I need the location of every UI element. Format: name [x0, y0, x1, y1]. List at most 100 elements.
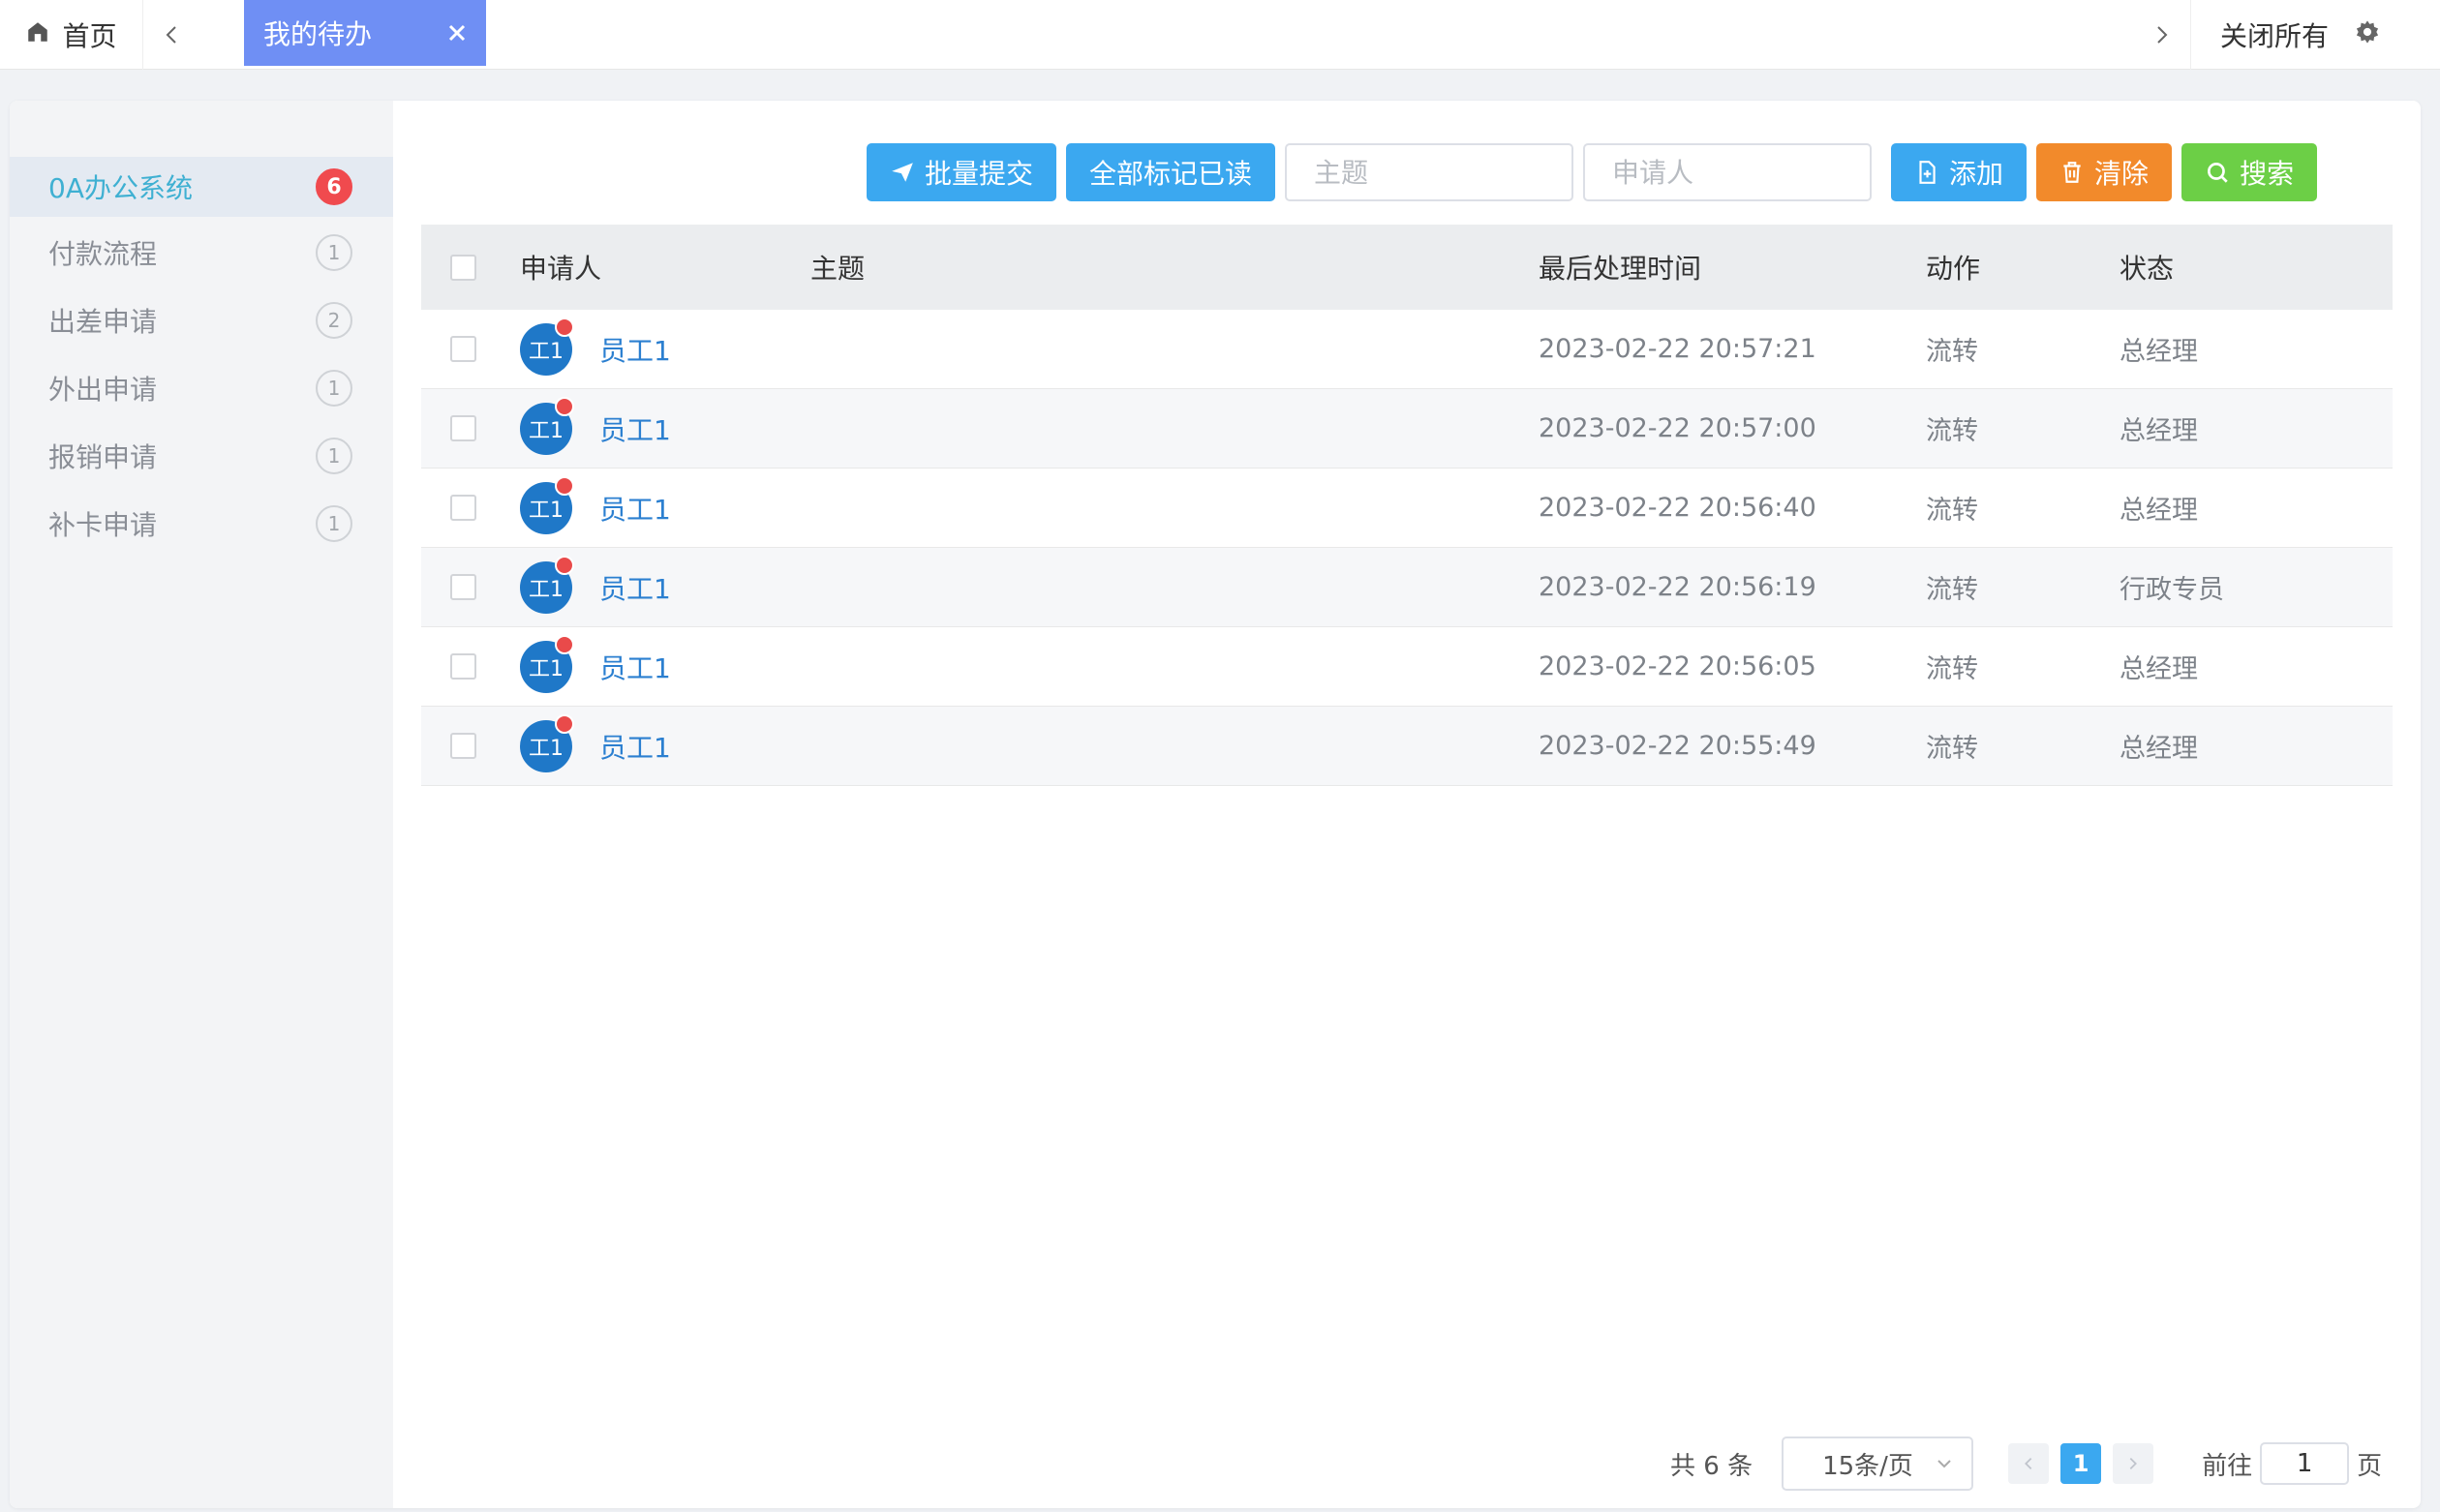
header-applicant: 申请人: [520, 253, 602, 285]
chevron-right-icon: [2157, 26, 2168, 44]
next-page-button[interactable]: [2113, 1443, 2154, 1484]
time-cell: 2023-02-22 20:57:21: [1539, 334, 1816, 364]
home-icon: [25, 19, 50, 51]
action-cell: 流转: [1926, 654, 1978, 684]
sidebar-item-reimbursement[interactable]: 报销申请 1: [10, 422, 393, 490]
search-button[interactable]: 搜索: [2181, 143, 2318, 201]
close-tab-button[interactable]: [442, 17, 473, 48]
table-row[interactable]: 工1 员工1 2023-02-22 20:56:05 流转 总经理: [421, 627, 2393, 707]
document-add-icon: [1919, 161, 1936, 184]
gear-icon[interactable]: [2354, 18, 2381, 52]
time-cell: 2023-02-22 20:55:49: [1539, 731, 1816, 761]
count-badge: 2: [316, 302, 352, 339]
applicant-link[interactable]: 员工1: [599, 568, 671, 607]
status-cell: 总经理: [2120, 654, 2198, 684]
close-all-tabs-button[interactable]: 关闭所有: [2220, 15, 2329, 54]
count-badge: 6: [316, 168, 352, 205]
avatar-text: 工1: [529, 736, 564, 761]
sidebar-item-clock-correction[interactable]: 补卡申请 1: [10, 490, 393, 558]
scroll-tabs-right-button[interactable]: [2132, 0, 2190, 70]
chevron-down-icon: [1937, 1460, 1951, 1468]
avatar: 工1: [520, 475, 574, 534]
applicant-link[interactable]: 员工1: [599, 648, 671, 686]
time-cell: 2023-02-22 20:57:00: [1539, 413, 1816, 443]
unread-dot: [555, 555, 574, 575]
page-size-select[interactable]: 15条/页: [1782, 1436, 1974, 1491]
prev-page-button[interactable]: [2008, 1443, 2050, 1484]
avatar-text: 工1: [529, 339, 564, 364]
avatar: 工1: [520, 555, 574, 614]
row-checkbox[interactable]: [450, 336, 476, 362]
scroll-tabs-left-button[interactable]: [143, 0, 201, 70]
sidebar-item-label: 出差申请: [48, 306, 158, 338]
table-row[interactable]: 工1 员工1 2023-02-22 20:56:40 流转 总经理: [421, 469, 2393, 548]
page-number-button[interactable]: 1: [2060, 1443, 2102, 1484]
sidebar-item-payment[interactable]: 付款流程 1: [10, 219, 393, 287]
goto-page-input[interactable]: [2260, 1442, 2350, 1485]
subject-search-input[interactable]: [1285, 143, 1574, 201]
action-cell: 流转: [1926, 337, 1978, 367]
sidebar-item-label: 补卡申请: [48, 509, 158, 541]
header-action: 动作: [1926, 253, 1981, 285]
table-row[interactable]: 工1 员工1 2023-02-22 20:57:00 流转 总经理: [421, 389, 2393, 469]
count-badge: 1: [316, 505, 352, 542]
trash-icon: [2063, 162, 2081, 183]
send-icon: [892, 163, 913, 182]
status-cell: 总经理: [2120, 496, 2198, 526]
tab-home[interactable]: 首页: [0, 0, 143, 70]
table-row[interactable]: 工1 员工1 2023-02-22 20:55:49 流转 总经理: [421, 707, 2393, 786]
applicant-link[interactable]: 员工1: [599, 727, 671, 766]
action-cell: 流转: [1926, 734, 1978, 764]
avatar: 工1: [520, 317, 574, 376]
sidebar-item-label: 外出申请: [48, 374, 158, 406]
sidebar-item-business-trip[interactable]: 出差申请 2: [10, 287, 393, 354]
clear-button[interactable]: 清除: [2036, 143, 2173, 201]
avatar-text: 工1: [529, 498, 564, 523]
sidebar-item-label: 0A办公系统: [48, 172, 193, 204]
status-cell: 行政专员: [2120, 575, 2224, 605]
unread-dot: [555, 475, 574, 496]
header-last-time: 最后处理时间: [1539, 253, 1702, 285]
chevron-right-icon: [2129, 1457, 2138, 1470]
avatar: 工1: [520, 396, 574, 455]
search-icon: [2208, 162, 2228, 183]
row-checkbox[interactable]: [450, 574, 476, 600]
sidebar-item-going-out[interactable]: 外出申请 1: [10, 354, 393, 422]
row-checkbox[interactable]: [450, 653, 476, 680]
header-status: 状态: [2120, 253, 2175, 285]
mark-all-read-label: 全部标记已读: [1089, 159, 1253, 189]
select-all-checkbox[interactable]: [450, 254, 476, 281]
add-label: 添加: [1949, 159, 2004, 189]
time-cell: 2023-02-22 20:56:40: [1539, 493, 1816, 523]
page-suffix: 页: [2357, 1451, 2383, 1481]
row-checkbox[interactable]: [450, 733, 476, 759]
avatar-text: 工1: [529, 656, 564, 681]
add-button[interactable]: 添加: [1891, 143, 2028, 201]
toolbar: 批量提交 全部标记已读 添加 清除 搜索: [867, 143, 2318, 201]
avatar: 工1: [520, 634, 574, 693]
time-cell: 2023-02-22 20:56:19: [1539, 572, 1816, 602]
unread-dot: [555, 634, 574, 654]
applicant-link[interactable]: 员工1: [599, 409, 671, 448]
mark-all-read-button[interactable]: 全部标记已读: [1066, 143, 1276, 201]
applicant-search-input[interactable]: [1583, 143, 1873, 201]
sidebar-item-oa-system[interactable]: 0A办公系统 6: [10, 157, 393, 217]
category-sidebar: 0A办公系统 6 付款流程 1 出差申请 2 外出申请 1 报销申请 1 补卡申…: [10, 101, 393, 1508]
tab-bar: 首页 我的待办 关闭所有: [0, 0, 2440, 70]
batch-submit-button[interactable]: 批量提交: [867, 143, 1057, 201]
page-size-value: 15条/页: [1822, 1451, 1913, 1481]
sidebar-item-label: 付款流程: [48, 238, 158, 270]
count-badge: 1: [316, 234, 352, 271]
unread-dot: [555, 396, 574, 416]
total-count: 共 6 条: [1670, 1451, 1754, 1481]
avatar-text: 工1: [529, 577, 564, 602]
table-row[interactable]: 工1 员工1 2023-02-22 20:57:21 流转 总经理: [421, 310, 2393, 389]
avatar: 工1: [520, 713, 574, 772]
row-checkbox[interactable]: [450, 415, 476, 441]
row-checkbox[interactable]: [450, 495, 476, 521]
applicant-link[interactable]: 员工1: [599, 330, 671, 369]
action-cell: 流转: [1926, 416, 1978, 446]
tab-my-todo[interactable]: 我的待办: [244, 0, 486, 66]
applicant-link[interactable]: 员工1: [599, 489, 671, 528]
table-row[interactable]: 工1 员工1 2023-02-22 20:56:19 流转 行政专员: [421, 548, 2393, 627]
